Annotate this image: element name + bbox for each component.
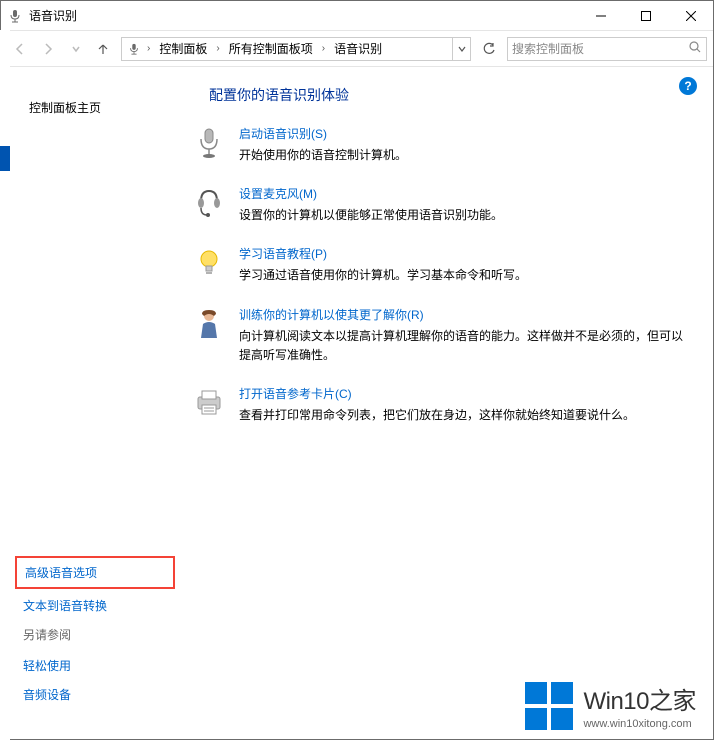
speech-icon <box>126 41 142 57</box>
speech-icon <box>7 8 23 24</box>
sidebar-text-to-speech[interactable]: 文本到语音转换 <box>19 591 171 620</box>
see-also-title: 另请参阅 <box>19 620 171 651</box>
watermark-brand: Win10之家 <box>583 681 696 716</box>
option-body: 启动语音识别(S) 开始使用你的语音控制计算机。 <box>239 125 689 165</box>
option-desc: 查看并打印常用命令列表，把它们放在身边，这样你就始终知道要说什么。 <box>239 406 689 425</box>
see-also-section: 另请参阅 轻松使用 音频设备 <box>19 620 171 729</box>
search-box[interactable] <box>507 37 707 61</box>
lightbulb-icon <box>191 245 227 285</box>
breadcrumb-segment[interactable]: 所有控制面板项 <box>225 38 317 59</box>
chevron-right-icon[interactable]: › <box>214 43 221 54</box>
main-panel: ? 配置你的语音识别体验 启动语音识别(S) 开始使用你的语音控制计算机。 <box>181 67 713 739</box>
watermark: Win10之家 www.win10xitong.com <box>525 681 696 730</box>
option-start-speech: 启动语音识别(S) 开始使用你的语音控制计算机。 <box>191 119 689 179</box>
breadcrumb-dropdown[interactable] <box>452 38 470 60</box>
breadcrumb-segment[interactable]: 控制面板 <box>155 38 211 59</box>
title-bar: 语音识别 <box>1 1 713 31</box>
window: 语音识别 › 控制面板 › 所有控制面板项 › 语音识别 <box>0 0 714 740</box>
up-button[interactable] <box>91 37 115 61</box>
forward-button[interactable] <box>35 36 61 62</box>
option-body: 学习语音教程(P) 学习通过语音使用你的计算机。学习基本命令和听写。 <box>239 245 689 285</box>
page-title: 配置你的语音识别体验 <box>191 81 689 119</box>
option-body: 设置麦克风(M) 设置你的计算机以便能够正常使用语音识别功能。 <box>239 185 689 225</box>
option-body: 打开语音参考卡片(C) 查看并打印常用命令列表，把它们放在身边，这样你就始终知道… <box>239 385 689 425</box>
back-button[interactable] <box>7 36 33 62</box>
option-list: 启动语音识别(S) 开始使用你的语音控制计算机。 设置麦克风(M) 设置你的计算… <box>191 119 689 439</box>
breadcrumb-segment[interactable]: 语音识别 <box>330 38 386 59</box>
see-also-audio-devices[interactable]: 音频设备 <box>19 680 171 709</box>
search-input[interactable] <box>512 42 688 56</box>
content-area: 控制面板主页 高级语音选项 文本到语音转换 另请参阅 轻松使用 音频设备 ? 配… <box>1 67 713 739</box>
left-edge-decoration <box>0 30 10 740</box>
minimize-button[interactable] <box>578 1 623 31</box>
option-link[interactable]: 打开语音参考卡片(C) <box>239 385 689 406</box>
see-also-ease-of-access[interactable]: 轻松使用 <box>19 651 171 680</box>
chevron-right-icon[interactable]: › <box>320 43 327 54</box>
sidebar: 控制面板主页 高级语音选项 文本到语音转换 另请参阅 轻松使用 音频设备 <box>1 67 181 739</box>
option-train: 训练你的计算机以使其更了解你(R) 向计算机阅读文本以提高计算机理解你的语音的能… <box>191 300 689 379</box>
breadcrumb[interactable]: › 控制面板 › 所有控制面板项 › 语音识别 <box>121 37 471 61</box>
option-reference-card: 打开语音参考卡片(C) 查看并打印常用命令列表，把它们放在身边，这样你就始终知道… <box>191 379 689 439</box>
recent-dropdown[interactable] <box>63 36 89 62</box>
help-icon[interactable]: ? <box>679 77 697 95</box>
maximize-button[interactable] <box>623 1 668 31</box>
headset-icon <box>191 185 227 225</box>
option-desc: 向计算机阅读文本以提高计算机理解你的语音的能力。这样做并不是必须的，但可以提高听… <box>239 327 689 365</box>
option-setup-mic: 设置麦克风(M) 设置你的计算机以便能够正常使用语音识别功能。 <box>191 179 689 239</box>
windows-logo-icon <box>525 682 573 730</box>
sidebar-advanced-speech[interactable]: 高级语音选项 <box>15 556 175 589</box>
search-icon <box>688 40 702 57</box>
chevron-right-icon[interactable]: › <box>145 43 152 54</box>
option-desc: 设置你的计算机以便能够正常使用语音识别功能。 <box>239 206 689 225</box>
microphone-icon <box>191 125 227 165</box>
option-link[interactable]: 设置麦克风(M) <box>239 185 689 206</box>
option-desc: 学习通过语音使用你的计算机。学习基本命令和听写。 <box>239 266 689 285</box>
watermark-url: www.win10xitong.com <box>583 718 696 730</box>
window-title: 语音识别 <box>29 7 77 24</box>
option-body: 训练你的计算机以使其更了解你(R) 向计算机阅读文本以提高计算机理解你的语音的能… <box>239 306 689 365</box>
close-button[interactable] <box>668 1 713 31</box>
window-controls <box>578 1 713 31</box>
nav-bar: › 控制面板 › 所有控制面板项 › 语音识别 <box>1 31 713 67</box>
person-icon <box>191 306 227 365</box>
option-desc: 开始使用你的语音控制计算机。 <box>239 146 689 165</box>
option-link[interactable]: 学习语音教程(P) <box>239 245 689 266</box>
sidebar-home-link[interactable]: 控制面板主页 <box>19 85 171 554</box>
printer-icon <box>191 385 227 425</box>
option-tutorial: 学习语音教程(P) 学习通过语音使用你的计算机。学习基本命令和听写。 <box>191 239 689 299</box>
refresh-button[interactable] <box>477 37 501 61</box>
option-link[interactable]: 训练你的计算机以使其更了解你(R) <box>239 306 689 327</box>
option-link[interactable]: 启动语音识别(S) <box>239 125 689 146</box>
